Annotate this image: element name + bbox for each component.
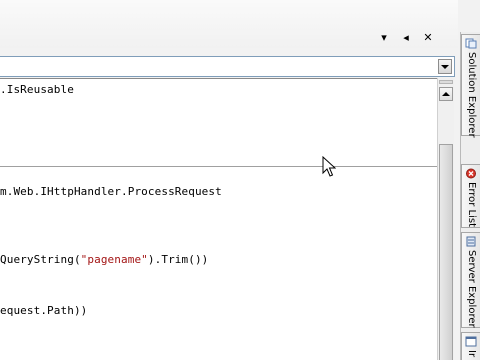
window-position-dropdown-icon[interactable]: ▾ <box>378 32 390 44</box>
code-line: QueryString("pagename").Trim()) <box>0 253 209 266</box>
close-icon[interactable]: ✕ <box>422 32 434 44</box>
server-explorer-icon <box>466 236 476 247</box>
pin-icon[interactable]: ◂ <box>400 32 412 44</box>
method-separator <box>0 166 437 167</box>
code-line: m.Web.IHttpHandler.ProcessRequest <box>0 185 222 198</box>
ide-window: ▾ ◂ ✕ .IsReusable m.Web.IHttpHandler.Pro… <box>0 0 480 360</box>
error-list-icon <box>466 168 476 179</box>
immediate-window-icon <box>465 336 477 347</box>
code-editor[interactable]: .IsReusable m.Web.IHttpHandler.ProcessRe… <box>0 78 437 360</box>
right-dock-panel: Solution Explorer Error List Server Expl… <box>460 32 480 360</box>
member-dropdown-button[interactable] <box>438 59 452 74</box>
string-literal: "pagename" <box>80 253 148 266</box>
tab-label: Server Explorer <box>466 250 477 328</box>
code-line: .IsReusable <box>0 83 74 96</box>
tab-immediate-window[interactable]: Ir <box>461 332 480 360</box>
tab-server-explorer[interactable]: Server Explorer <box>461 232 480 328</box>
tab-solution-explorer[interactable]: Solution Explorer <box>461 34 480 138</box>
mouse-cursor-icon <box>322 156 336 177</box>
document-window-controls: ▾ ◂ ✕ <box>378 32 434 44</box>
chevron-down-icon <box>441 64 449 69</box>
tab-label: Ir <box>466 350 477 358</box>
chevron-up-icon <box>442 92 450 96</box>
document-header: ▾ ◂ ✕ <box>0 0 458 48</box>
tab-error-list[interactable]: Error List <box>461 164 480 228</box>
split-handle[interactable] <box>439 80 453 84</box>
scroll-thumb[interactable] <box>439 144 453 360</box>
code-line: equest.Path)) <box>0 304 88 317</box>
solution-explorer-icon <box>465 38 477 49</box>
member-dropdown[interactable] <box>0 56 455 77</box>
tab-label: Solution Explorer <box>466 52 477 138</box>
vertical-scrollbar[interactable] <box>437 78 454 360</box>
tab-label: Error List <box>466 182 477 228</box>
scroll-up-button[interactable] <box>439 87 453 101</box>
